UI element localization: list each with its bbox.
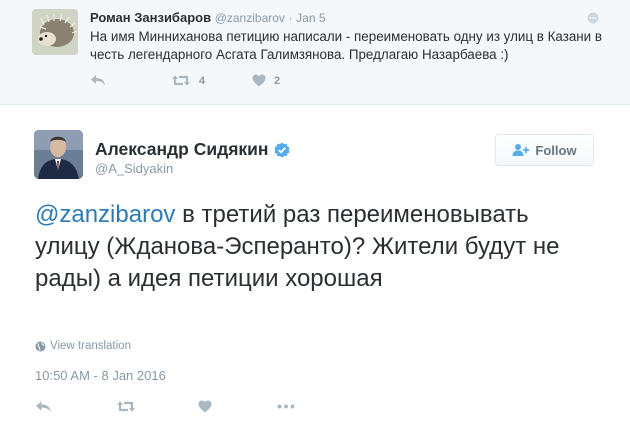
parent-tweet-header: Роман Занзибаров @zanzibarov · Jan 5 [90, 10, 326, 25]
main-author-name[interactable]: Александр Сидякин [95, 139, 269, 160]
retweet-icon [172, 75, 190, 86]
parent-tweet[interactable]: Роман Занзибаров @zanzibarov · Jan 5 На … [0, 0, 630, 105]
retweet-icon [117, 401, 135, 412]
reply-icon [91, 75, 105, 85]
parent-like-count: 2 [274, 74, 281, 87]
like-button[interactable] [198, 400, 212, 413]
globe-icon [35, 341, 46, 352]
more-options-icon[interactable] [587, 11, 599, 24]
parent-author-name[interactable]: Роман Занзибаров [90, 10, 211, 25]
parent-tweet-actions: 4 2 [90, 74, 490, 92]
hedgehog-avatar[interactable] [32, 9, 78, 55]
more-icon [277, 404, 295, 409]
retweet-button[interactable] [116, 400, 136, 413]
mention-link[interactable]: @zanzibarov [35, 201, 175, 228]
main-tweet-actions [35, 400, 335, 418]
view-translation-label: View translation [50, 340, 131, 352]
heart-icon [252, 74, 266, 87]
main-tweet-text: @zanzibarov в третий раз переименовывать… [35, 199, 595, 295]
follow-button[interactable]: Follow [495, 134, 594, 166]
heart-icon [198, 400, 212, 413]
view-translation-link[interactable]: View translation [35, 340, 131, 352]
parent-reply-button[interactable] [90, 74, 106, 86]
reply-button[interactable] [35, 400, 52, 413]
politician-avatar[interactable] [34, 130, 83, 179]
main-author-name-row: Александр Сидякин [95, 139, 290, 160]
add-user-icon [512, 143, 530, 157]
tweet-timestamp[interactable]: 10:50 AM - 8 Jan 2016 [35, 368, 166, 383]
parent-tweet-date[interactable]: Jan 5 [296, 11, 325, 25]
parent-retweet-button[interactable]: 4 [171, 74, 205, 87]
parent-retweet-count: 4 [199, 74, 206, 87]
reply-icon [36, 401, 51, 412]
parent-author-handle[interactable]: @zanzibarov [215, 11, 285, 25]
separator-dot: · [288, 11, 293, 25]
main-author-handle[interactable]: @A_Sidyakin [95, 161, 173, 176]
more-button[interactable] [277, 404, 295, 409]
parent-tweet-text: На имя Минниханова петицию написали - пе… [90, 29, 602, 62]
follow-label: Follow [535, 142, 577, 158]
parent-like-button[interactable]: 2 [252, 74, 280, 87]
verified-badge-icon [274, 142, 290, 158]
